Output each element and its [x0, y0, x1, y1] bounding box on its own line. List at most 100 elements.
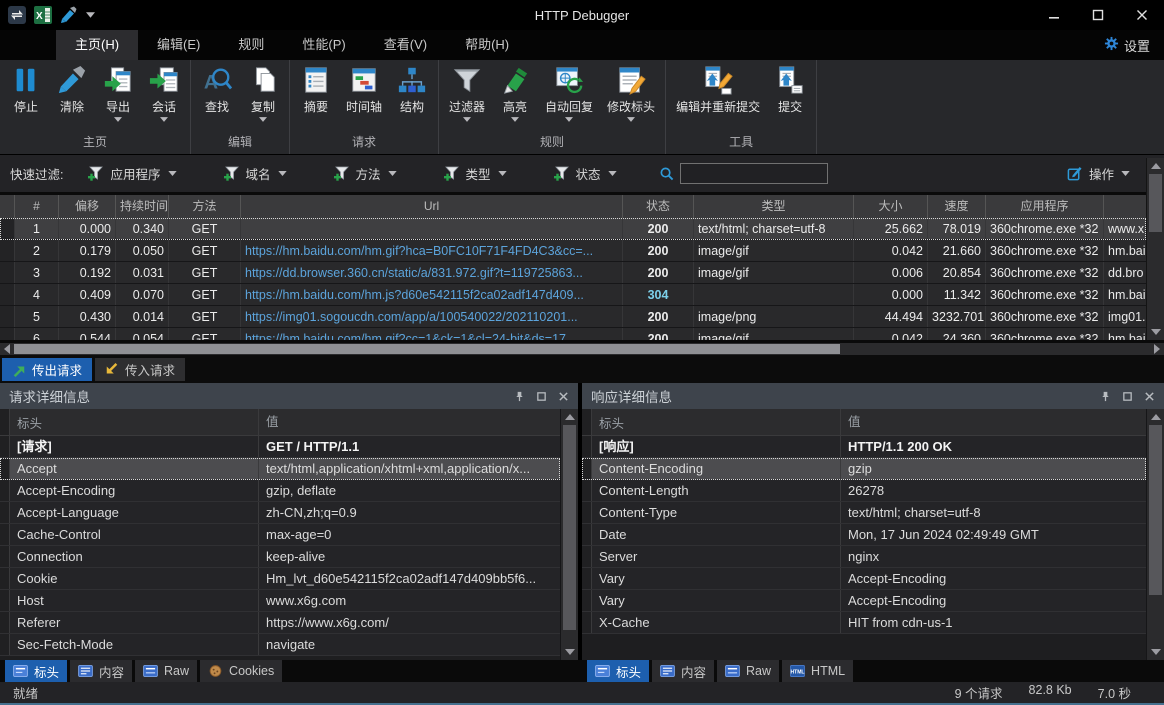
structure-tree-button[interactable]: 结构	[389, 60, 435, 126]
request-tab-cookies[interactable]: Cookies	[200, 660, 282, 682]
scroll-down-arrow-icon[interactable]	[1151, 329, 1161, 335]
column-header-name[interactable]: 标头	[592, 413, 840, 432]
request-row-2[interactable]: 20.1790.050GEThttps://hm.baidu.com/hm.gi…	[0, 240, 1146, 262]
edit-resubmit-button[interactable]: 编辑并重新提交	[669, 60, 767, 126]
hscroll-thumb[interactable]	[14, 344, 840, 354]
request-panel-scrollbar[interactable]	[560, 409, 578, 660]
column-header-name[interactable]: 标头	[10, 413, 258, 432]
excel-export-icon[interactable]: X	[34, 6, 52, 24]
request-row-1[interactable]: 10.0000.340GET200text/html; charset=utf-…	[0, 218, 1146, 240]
scroll-up-arrow-icon[interactable]	[1151, 414, 1161, 420]
header-row[interactable]: [响应]HTTP/1.1 200 OK	[582, 436, 1146, 458]
request-tab-headers[interactable]: 标头	[5, 660, 67, 682]
session-docs-button[interactable]: 会话	[141, 60, 187, 126]
scroll-right-arrow-icon[interactable]	[1154, 344, 1160, 354]
modify-headers-doc-button[interactable]: 修改标头	[600, 60, 662, 126]
clear-brush-icon[interactable]	[60, 6, 78, 24]
close-icon[interactable]	[1144, 391, 1155, 402]
scroll-up-arrow-icon[interactable]	[1151, 163, 1161, 169]
menu-tab-help[interactable]: 帮助(H)	[446, 30, 528, 60]
menu-tab-performance[interactable]: 性能(P)	[283, 30, 364, 60]
column-header-num[interactable]: #	[14, 195, 58, 218]
scroll-up-arrow-icon[interactable]	[565, 414, 575, 420]
auto-reply-globe-button[interactable]: 自动回复	[538, 60, 600, 126]
menu-tab-home[interactable]: 主页(H)	[56, 30, 138, 60]
request-row-6[interactable]: 60.5440.054GEThttps://hm.baidu.com/hm.gi…	[0, 328, 1146, 340]
maximize-button[interactable]	[1076, 0, 1120, 30]
scroll-down-arrow-icon[interactable]	[565, 649, 575, 655]
header-row[interactable]: Accept-Encodinggzip, deflate	[0, 480, 560, 502]
menu-tab-edit[interactable]: 编辑(E)	[138, 30, 219, 60]
header-row[interactable]: Content-Length26278	[582, 480, 1146, 502]
scroll-left-arrow-icon[interactable]	[4, 344, 10, 354]
header-row[interactable]: Refererhttps://www.x6g.com/	[0, 612, 560, 634]
column-header-offset[interactable]: 偏移	[58, 195, 115, 218]
menu-tab-rules[interactable]: 规则	[219, 30, 283, 60]
header-row[interactable]: Content-Typetext/html; charset=utf-8	[582, 502, 1146, 524]
header-row[interactable]: DateMon, 17 Jun 2024 02:49:49 GMT	[582, 524, 1146, 546]
scroll-thumb[interactable]	[563, 425, 576, 630]
header-row[interactable]: Connectionkeep-alive	[0, 546, 560, 568]
filter-method-button[interactable]: 方法	[325, 164, 405, 183]
scroll-down-arrow-icon[interactable]	[1151, 649, 1161, 655]
vscroll-thumb[interactable]	[1149, 174, 1162, 232]
header-row[interactable]: VaryAccept-Encoding	[582, 568, 1146, 590]
column-header-size[interactable]: 大小	[853, 195, 927, 218]
filter-type-button[interactable]: 类型	[435, 164, 515, 183]
tab-outgoing-requests[interactable]: 传出请求	[2, 358, 92, 381]
header-row[interactable]: Sec-Fetch-Modenavigate	[0, 634, 560, 656]
header-row[interactable]: [请求]GET / HTTP/1.1	[0, 436, 560, 458]
response-panel-scrollbar[interactable]	[1146, 409, 1164, 660]
header-row[interactable]: Accepttext/html,application/xhtml+xml,ap…	[0, 458, 560, 480]
scroll-thumb[interactable]	[1149, 425, 1162, 595]
close-icon[interactable]	[558, 391, 569, 402]
highlight-pen-button[interactable]: 高亮	[492, 60, 538, 126]
search-input[interactable]	[680, 163, 828, 184]
column-header-type[interactable]: 类型	[693, 195, 853, 218]
filter-application-button[interactable]: 应用程序	[79, 164, 184, 183]
stop-pause-button[interactable]: 停止	[3, 60, 49, 126]
settings-button[interactable]: 设置	[1104, 30, 1164, 60]
grid-vertical-scrollbar[interactable]	[1146, 158, 1164, 340]
request-row-5[interactable]: 50.4300.014GEThttps://img01.sogoucdn.com…	[0, 306, 1146, 328]
menu-tab-view[interactable]: 查看(V)	[365, 30, 446, 60]
actions-button[interactable]: 操作	[1067, 164, 1130, 183]
customize-caret-icon[interactable]	[86, 12, 95, 18]
request-row-3[interactable]: 30.1920.031GEThttps://dd.browser.360.cn/…	[0, 262, 1146, 284]
column-header-app[interactable]: 应用程序	[985, 195, 1103, 218]
pin-icon[interactable]	[514, 391, 525, 402]
copy-pages-button[interactable]: 复制	[240, 60, 286, 126]
summary-list-button[interactable]: 摘要	[293, 60, 339, 126]
request-tab-raw[interactable]: Raw	[135, 660, 197, 682]
swap-columns-icon[interactable]	[8, 6, 26, 24]
filter-domain-button[interactable]: 域名	[215, 164, 295, 183]
column-header-duration[interactable]: 持续时间	[115, 195, 168, 218]
header-row[interactable]: CookieHm_lvt_d60e542115f2ca02adf147d409b…	[0, 568, 560, 590]
column-header-value[interactable]: 值	[840, 409, 1146, 435]
header-row[interactable]: X-CacheHIT from cdn-us-1	[582, 612, 1146, 634]
header-row[interactable]: VaryAccept-Encoding	[582, 590, 1146, 612]
column-header-url[interactable]: Url	[240, 195, 622, 218]
request-tab-content[interactable]: 内容	[70, 660, 132, 682]
close-button[interactable]	[1120, 0, 1164, 30]
find-magnifier-button[interactable]: A查找	[194, 60, 240, 126]
minimize-button[interactable]	[1032, 0, 1076, 30]
column-header-domain[interactable]	[1103, 195, 1146, 218]
response-tab-headers[interactable]: 标头	[587, 660, 649, 682]
response-tab-content[interactable]: 内容	[652, 660, 714, 682]
response-tab-html[interactable]: HTMLHTML	[782, 660, 853, 682]
request-row-4[interactable]: 40.4090.070GEThttps://hm.baidu.com/hm.js…	[0, 284, 1146, 306]
restore-icon[interactable]	[1122, 391, 1133, 402]
column-header-status[interactable]: 状态	[622, 195, 693, 218]
clear-brush-button[interactable]: 清除	[49, 60, 95, 126]
header-row[interactable]: Cache-Controlmax-age=0	[0, 524, 560, 546]
export-docs-button[interactable]: 导出	[95, 60, 141, 126]
horizontal-scrollbar[interactable]	[0, 343, 1164, 355]
header-row[interactable]: Content-Encodinggzip	[582, 458, 1146, 480]
filter-funnel-button[interactable]: 过滤器	[442, 60, 492, 126]
submit-resend-button[interactable]: 提交	[767, 60, 813, 126]
header-row[interactable]: Hostwww.x6g.com	[0, 590, 560, 612]
header-row[interactable]: Servernginx	[582, 546, 1146, 568]
header-row[interactable]: Accept-Languagezh-CN,zh;q=0.9	[0, 502, 560, 524]
filter-status-button[interactable]: 状态	[545, 164, 625, 183]
